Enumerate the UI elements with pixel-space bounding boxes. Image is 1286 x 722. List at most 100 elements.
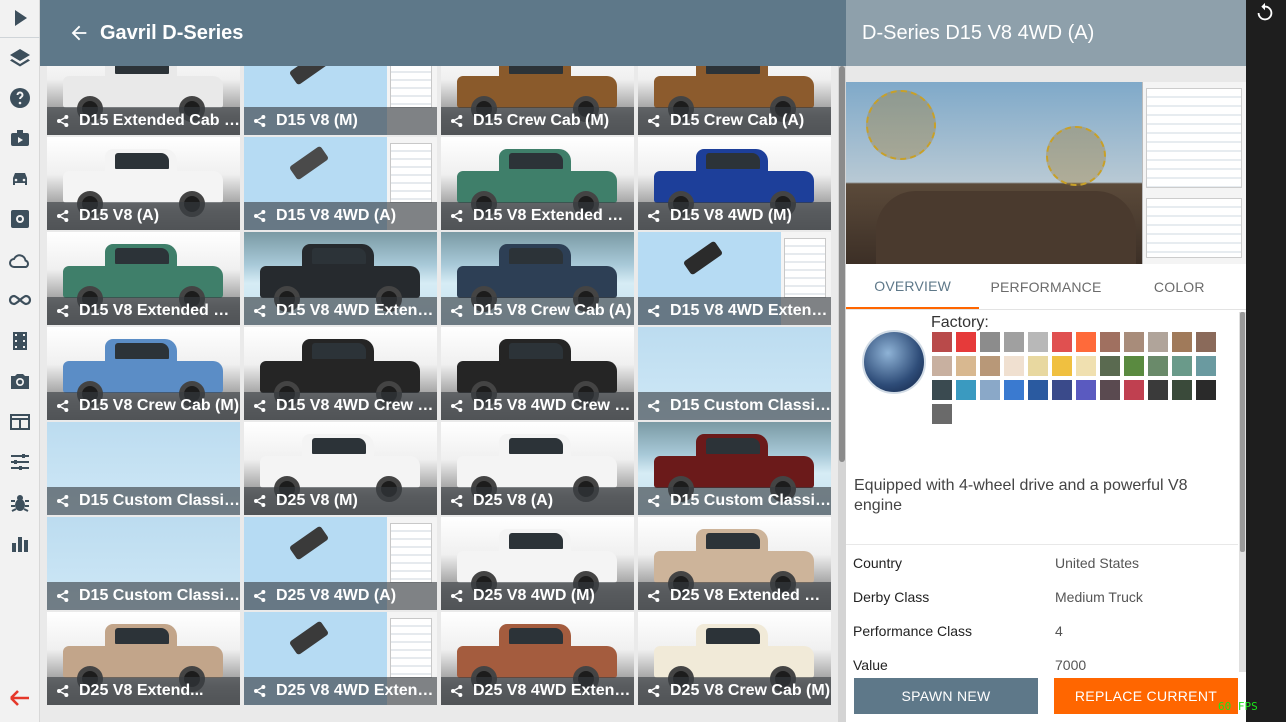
color-swatch[interactable] — [932, 332, 952, 352]
vehicle-tile[interactable]: D15 V8 4WD Crew C... — [244, 327, 437, 420]
color-swatch[interactable] — [956, 356, 976, 376]
vehicle-tile[interactable]: D15 Crew Cab (M) — [441, 66, 634, 135]
tile-caption: D15 V8 4WD (M) — [638, 202, 831, 230]
vehicle-tile[interactable]: D15 V8 Crew Cab (A) — [441, 232, 634, 325]
color-swatch[interactable] — [1004, 332, 1024, 352]
details-title: D-Series D15 V8 4WD (A) — [862, 21, 1095, 44]
vehicle-icon[interactable] — [4, 163, 36, 195]
color-swatch[interactable] — [1172, 380, 1192, 400]
left-toolbar — [0, 0, 40, 722]
color-swatch[interactable] — [1148, 380, 1168, 400]
color-swatch[interactable] — [1100, 332, 1120, 352]
vehicle-tile[interactable]: D25 V8 (M) — [244, 422, 437, 515]
camera-icon[interactable] — [4, 365, 36, 397]
mission-briefcase-icon[interactable] — [4, 122, 36, 154]
play-icon[interactable] — [4, 2, 36, 34]
color-swatch[interactable] — [1148, 356, 1168, 376]
color-swatch[interactable] — [932, 404, 952, 424]
color-swatch[interactable] — [980, 380, 1000, 400]
vehicle-tile[interactable]: D15 V8 Crew Cab (M) — [47, 327, 240, 420]
vehicle-tile[interactable]: D15 Custom Classic ... — [638, 327, 831, 420]
bug-icon[interactable] — [4, 487, 36, 519]
vehicle-tile[interactable]: D15 Custom Classic ... — [47, 422, 240, 515]
color-swatch[interactable] — [1148, 332, 1168, 352]
help-icon[interactable] — [4, 82, 36, 114]
vehicle-tile[interactable]: D15 V8 4WD (A) — [244, 137, 437, 230]
spec-value: 7000 — [1055, 657, 1087, 673]
color-swatch[interactable] — [1100, 380, 1120, 400]
color-swatch[interactable] — [956, 380, 976, 400]
vehicle-tile[interactable]: D15 V8 Extended Ca... — [441, 137, 634, 230]
replace-current-button[interactable]: REPLACE CURRENT — [1054, 678, 1238, 714]
color-swatch[interactable] — [1196, 356, 1216, 376]
details-scrollbar[interactable] — [1239, 312, 1246, 672]
tab-color[interactable]: COLOR — [1113, 264, 1246, 309]
back-button[interactable] — [62, 16, 96, 50]
color-swatch[interactable] — [1196, 380, 1216, 400]
color-swatch[interactable] — [1124, 356, 1144, 376]
color-swatch[interactable] — [1028, 356, 1048, 376]
vehicle-tile[interactable]: D15 V8 4WD Extend... — [244, 232, 437, 325]
film-icon[interactable] — [4, 325, 36, 357]
color-swatch[interactable] — [1004, 380, 1024, 400]
color-swatch[interactable] — [1076, 356, 1096, 376]
color-swatch[interactable] — [1124, 332, 1144, 352]
color-swatch[interactable] — [1196, 332, 1216, 352]
color-swatch[interactable] — [1052, 356, 1072, 376]
vehicle-tile[interactable]: D25 V8 4WD Extend... — [244, 612, 437, 705]
color-swatch[interactable] — [932, 356, 952, 376]
vehicle-tile[interactable]: D25 V8 4WD (A) — [244, 517, 437, 610]
color-swatch[interactable] — [1028, 380, 1048, 400]
scrollbar-thumb[interactable] — [839, 66, 845, 462]
tab-performance[interactable]: PERFORMANCE — [979, 264, 1112, 309]
vehicle-tile[interactable]: D15 Extended Cab (M) — [47, 66, 240, 135]
spec-key: Country — [853, 555, 903, 571]
color-swatch[interactable] — [1172, 356, 1192, 376]
vehicle-tile[interactable]: D15 V8 4WD Crew C... — [441, 327, 634, 420]
vehicle-tile[interactable]: D15 V8 4WD Extend... — [638, 232, 831, 325]
vehicle-tile[interactable]: D15 Custom Classic ... — [47, 517, 240, 610]
vehicle-tile[interactable]: D25 V8 4WD Extend... — [441, 612, 634, 705]
vehicle-tile[interactable]: D15 Crew Cab (A) — [638, 66, 831, 135]
tab-overview[interactable]: OVERVIEW — [846, 264, 980, 309]
layers-icon[interactable] — [4, 42, 36, 74]
vehicle-tile[interactable]: D25 V8 Extend... — [47, 612, 240, 705]
divider — [0, 37, 40, 38]
color-swatch[interactable] — [1004, 356, 1024, 376]
color-swatch[interactable] — [1076, 332, 1096, 352]
truck-window — [706, 533, 760, 549]
color-swatch[interactable] — [980, 356, 1000, 376]
vehicle-tile[interactable]: D25 V8 Extended Ca... — [638, 517, 831, 610]
color-swatch[interactable] — [1124, 380, 1144, 400]
back-arrow-icon[interactable] — [4, 682, 36, 714]
vehicle-config-icon[interactable] — [4, 203, 36, 235]
color-swatch[interactable] — [1100, 356, 1120, 376]
vehicle-tile[interactable]: D15 V8 4WD (M) — [638, 137, 831, 230]
color-swatch[interactable] — [1028, 332, 1048, 352]
color-swatch[interactable] — [1052, 380, 1072, 400]
vehicle-tile[interactable]: D25 V8 (A) — [441, 422, 634, 515]
vehicle-tile[interactable]: D15 V8 Extended Ca... — [47, 232, 240, 325]
sliders-icon[interactable] — [4, 446, 36, 478]
cloud-icon[interactable] — [4, 244, 36, 276]
color-swatch[interactable] — [1052, 332, 1072, 352]
chart-icon[interactable] — [4, 527, 36, 559]
vehicle-tile[interactable]: D15 V8 (A) — [47, 137, 240, 230]
grid-scrollbar[interactable] — [838, 66, 846, 722]
refresh-icon[interactable] — [1254, 2, 1278, 26]
color-swatch[interactable] — [980, 332, 1000, 352]
color-swatch[interactable] — [1076, 380, 1096, 400]
window-icon[interactable] — [4, 406, 36, 438]
vehicle-tile[interactable]: D25 V8 4WD (M) — [441, 517, 634, 610]
color-swatch[interactable] — [956, 332, 976, 352]
spawn-new-button[interactable]: SPAWN NEW — [854, 678, 1038, 714]
color-swatch[interactable] — [932, 380, 952, 400]
vehicle-tile[interactable]: D15 Custom Classic ... — [638, 422, 831, 515]
vehicle-tile[interactable]: D25 V8 Crew Cab (M) — [638, 612, 831, 705]
color-swatch[interactable] — [956, 404, 976, 424]
vehicle-tile[interactable]: D15 V8 (M) — [244, 66, 437, 135]
details-header: D-Series D15 V8 4WD (A) — [846, 0, 1246, 66]
scrollbar-thumb[interactable] — [1240, 312, 1245, 552]
color-swatch[interactable] — [1172, 332, 1192, 352]
infinity-icon[interactable] — [4, 284, 36, 316]
